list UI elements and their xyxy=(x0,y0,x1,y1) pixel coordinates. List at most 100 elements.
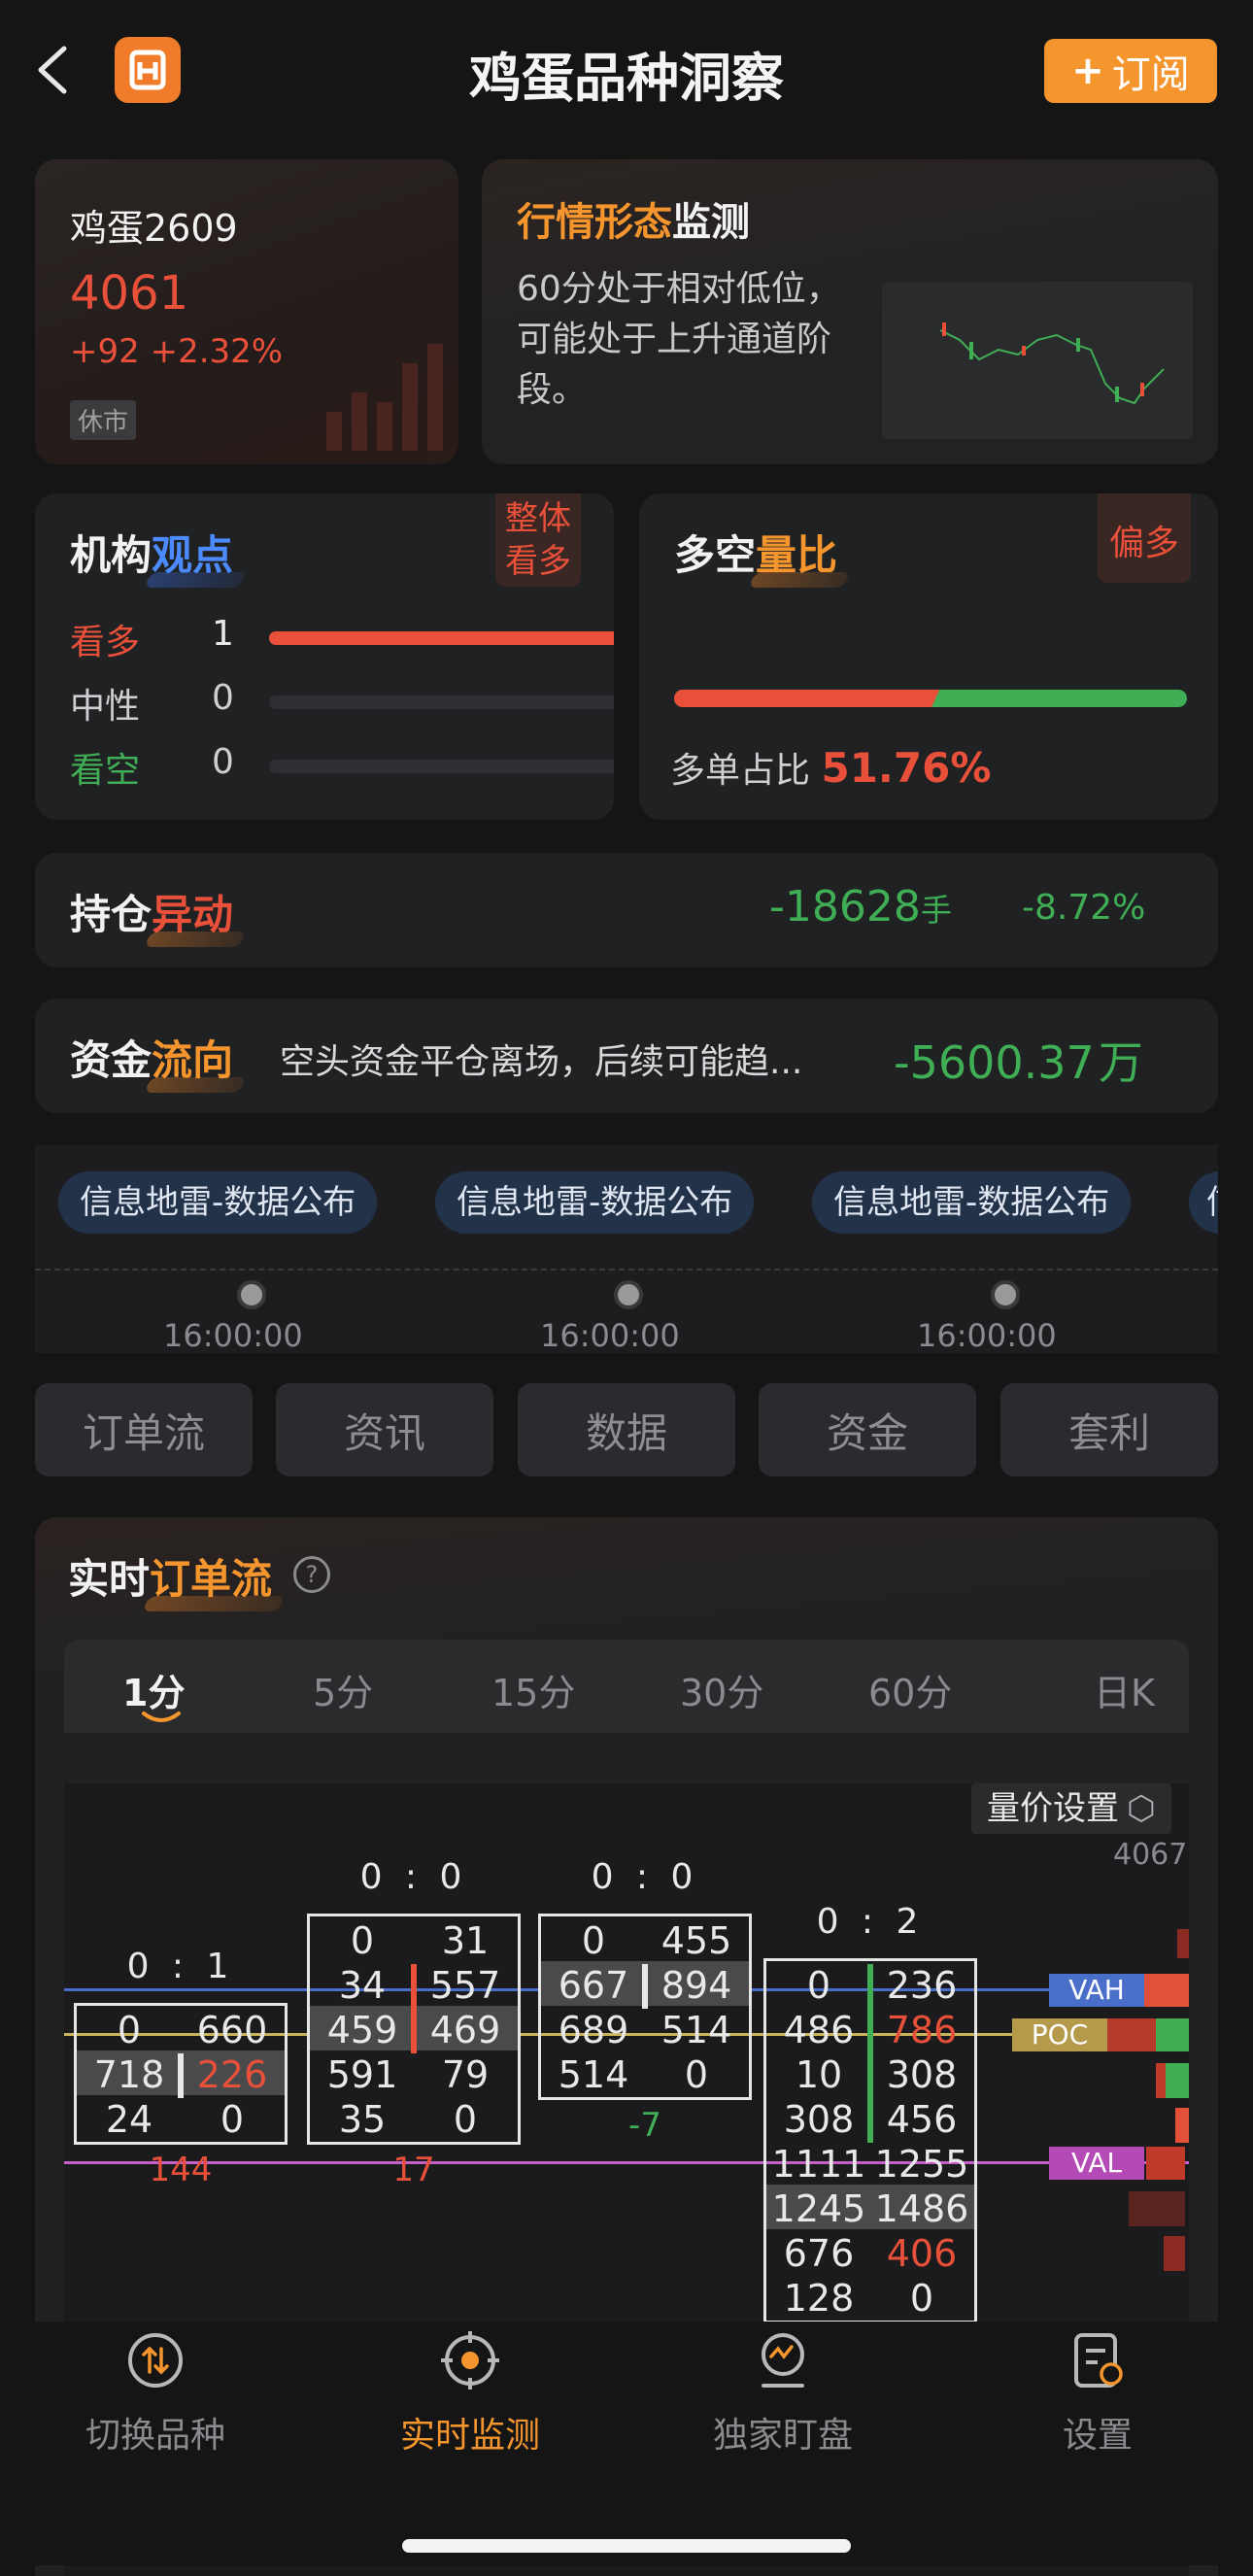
fund-card[interactable]: 资金流向 空头资金平仓离场，后续可能趋... -5600.37万 xyxy=(35,999,1218,1113)
pattern-title: 行情形态监测 xyxy=(517,190,750,247)
ask-volume: 786 xyxy=(886,2009,958,2051)
bid-volume: 1245 xyxy=(771,2187,866,2230)
tab-arbitrage[interactable]: 套利 xyxy=(1000,1383,1218,1476)
event-time: 16:00:00 xyxy=(163,1317,303,1353)
help-icon[interactable]: ? xyxy=(293,1556,330,1593)
tab-bar: 订单流 资讯 数据 资金 套利 xyxy=(0,1383,1253,1476)
candle-body xyxy=(642,1964,648,2009)
subscribe-button[interactable]: + 订阅 xyxy=(1044,39,1217,103)
bid-volume: 718 xyxy=(93,2053,165,2096)
bid-ask-ratio: 0 : 0 xyxy=(591,1857,699,1897)
ls-title-a: 多空 xyxy=(674,531,757,579)
pattern-card[interactable]: 行情形态监测 60分处于相对低位，可能处于上升通道阶段。 xyxy=(482,159,1218,464)
candle-body xyxy=(867,1964,873,2143)
ask-volume: 1255 xyxy=(874,2143,969,2186)
delta-value: 17 xyxy=(392,2151,435,2189)
longshort-title: 多空量比 xyxy=(674,523,837,582)
ls-title-b: 量比 xyxy=(756,523,837,582)
inst-row-bar xyxy=(269,631,614,645)
longshort-card[interactable]: 多空量比 偏多 多单占比 51.76% xyxy=(639,493,1218,820)
fund-title: 资金流向 xyxy=(70,1028,233,1087)
nav-settings[interactable]: 设置 xyxy=(1000,2329,1195,2465)
bottom-nav: 切换品种 实时监测 独家盯盘 设置 xyxy=(0,2322,1253,2565)
tab-data[interactable]: 数据 xyxy=(518,1383,735,1476)
bid-volume: 459 xyxy=(326,2009,398,2051)
long-ratio-value: 51.76% xyxy=(821,744,992,792)
pos-value: -18628 xyxy=(769,882,921,932)
home-indicator xyxy=(402,2539,851,2553)
pos-title-a: 持仓 xyxy=(70,891,152,938)
ask-volume: 514 xyxy=(660,2009,732,2051)
bid-volume: 667 xyxy=(558,1964,629,2007)
bid-volume: 24 xyxy=(105,2098,153,2141)
bid-volume: 486 xyxy=(783,2009,855,2051)
inst-title-b: 观点 xyxy=(152,523,233,582)
nav-label: 设置 xyxy=(1062,2416,1133,2456)
long-fill xyxy=(674,690,940,707)
candle-body xyxy=(411,1964,417,2053)
inst-row-count: 0 xyxy=(212,678,234,718)
contract-name: 鸡蛋2609 xyxy=(70,207,238,250)
ask-volume: 308 xyxy=(886,2053,958,2096)
position-title: 持仓异动 xyxy=(70,882,233,941)
ask-volume: 0 xyxy=(684,2053,709,2096)
quote-card[interactable]: 鸡蛋2609 4061 +92 +2.32% 休市 xyxy=(35,159,458,464)
nav-switch-variety[interactable]: 切换品种 xyxy=(58,2329,253,2465)
ask-volume: 1486 xyxy=(874,2187,969,2230)
ask-volume: 79 xyxy=(441,2053,490,2096)
of-title-b: 订单流 xyxy=(150,1546,272,1606)
bid-volume: 0 xyxy=(806,1964,831,2007)
ask-volume: 469 xyxy=(429,2009,501,2051)
change-pct: +2.32% xyxy=(150,332,284,371)
event-tag-partial[interactable]: 信 xyxy=(1189,1171,1218,1234)
timeline-item[interactable]: 信息地雷-数据公布 16:00:00 xyxy=(435,1171,785,1353)
bar-decoration-icon xyxy=(326,344,443,451)
change-value: +92 xyxy=(70,332,140,371)
mini-kline-chart xyxy=(882,282,1193,439)
timeline-item[interactable]: 信息地雷-数据公布 16:00:00 xyxy=(58,1171,408,1353)
position-card[interactable]: 持仓异动 -18628手 -8.72% xyxy=(35,853,1218,967)
tab-fund[interactable]: 资金 xyxy=(759,1383,976,1476)
bid-volume: 689 xyxy=(558,2009,629,2051)
fund-title-b: 流向 xyxy=(152,1028,233,1087)
inst-row-bar xyxy=(269,695,614,709)
bid-volume: 0 xyxy=(581,1919,606,1962)
tab-news[interactable]: 资讯 xyxy=(276,1383,493,1476)
inst-row-label: 中性 xyxy=(70,687,141,727)
event-timeline[interactable]: 信息地雷-数据公布 16:00:00 信息地雷-数据公布 16:00:00 信息… xyxy=(35,1144,1218,1353)
orderflow-title: 实时订单流 xyxy=(68,1546,272,1606)
bid-volume: 514 xyxy=(558,2053,629,2096)
timeline-item[interactable]: 信息地雷-数据公布 16:00:00 xyxy=(812,1171,1162,1353)
tab-orderflow[interactable]: 订单流 xyxy=(35,1383,253,1476)
ask-volume: 455 xyxy=(660,1919,732,1962)
period-15m[interactable]: 15分 xyxy=(491,1663,575,1716)
delta-value: 144 xyxy=(149,2151,213,2189)
ask-volume: 236 xyxy=(886,1964,958,2007)
last-price: 4061 xyxy=(70,266,189,321)
inst-row-fill xyxy=(269,631,614,645)
ask-volume: 894 xyxy=(660,1964,732,2007)
nav-exclusive-watch[interactable]: 独家盯盘 xyxy=(686,2329,880,2465)
period-60m[interactable]: 60分 xyxy=(868,1663,952,1716)
event-tag: 信息地雷-数据公布 xyxy=(58,1171,378,1234)
institution-card[interactable]: 机构观点 整体 看多 看多 1 中性 0 看空 0 xyxy=(35,493,614,820)
period-daily[interactable]: 日K xyxy=(1094,1663,1155,1716)
page-title: 鸡蛋品种洞察 xyxy=(469,48,784,109)
bid-ask-ratio: 0 : 2 xyxy=(816,1902,925,1942)
ask-volume: 226 xyxy=(196,2053,268,2096)
bid-volume: 128 xyxy=(783,2277,855,2320)
fund-unit: 万 xyxy=(1098,1036,1143,1089)
back-icon[interactable] xyxy=(29,41,78,99)
nav-realtime-monitor[interactable]: 实时监测 xyxy=(373,2329,567,2465)
bid-volume: 308 xyxy=(783,2098,855,2141)
ask-volume: 0 xyxy=(220,2098,245,2141)
settings-icon xyxy=(1074,2333,1123,2388)
bid-ask-ratio: 0 : 1 xyxy=(126,1947,235,1986)
switch-icon xyxy=(128,2333,183,2388)
inst-row-bear: 看空 0 xyxy=(70,742,614,791)
fund-value-num: -5600.37 xyxy=(894,1036,1095,1089)
period-30m[interactable]: 30分 xyxy=(680,1663,763,1716)
period-1m[interactable]: 1分 xyxy=(122,1663,185,1716)
period-5m[interactable]: 5分 xyxy=(313,1663,373,1716)
inst-row-label: 看多 xyxy=(70,623,141,662)
